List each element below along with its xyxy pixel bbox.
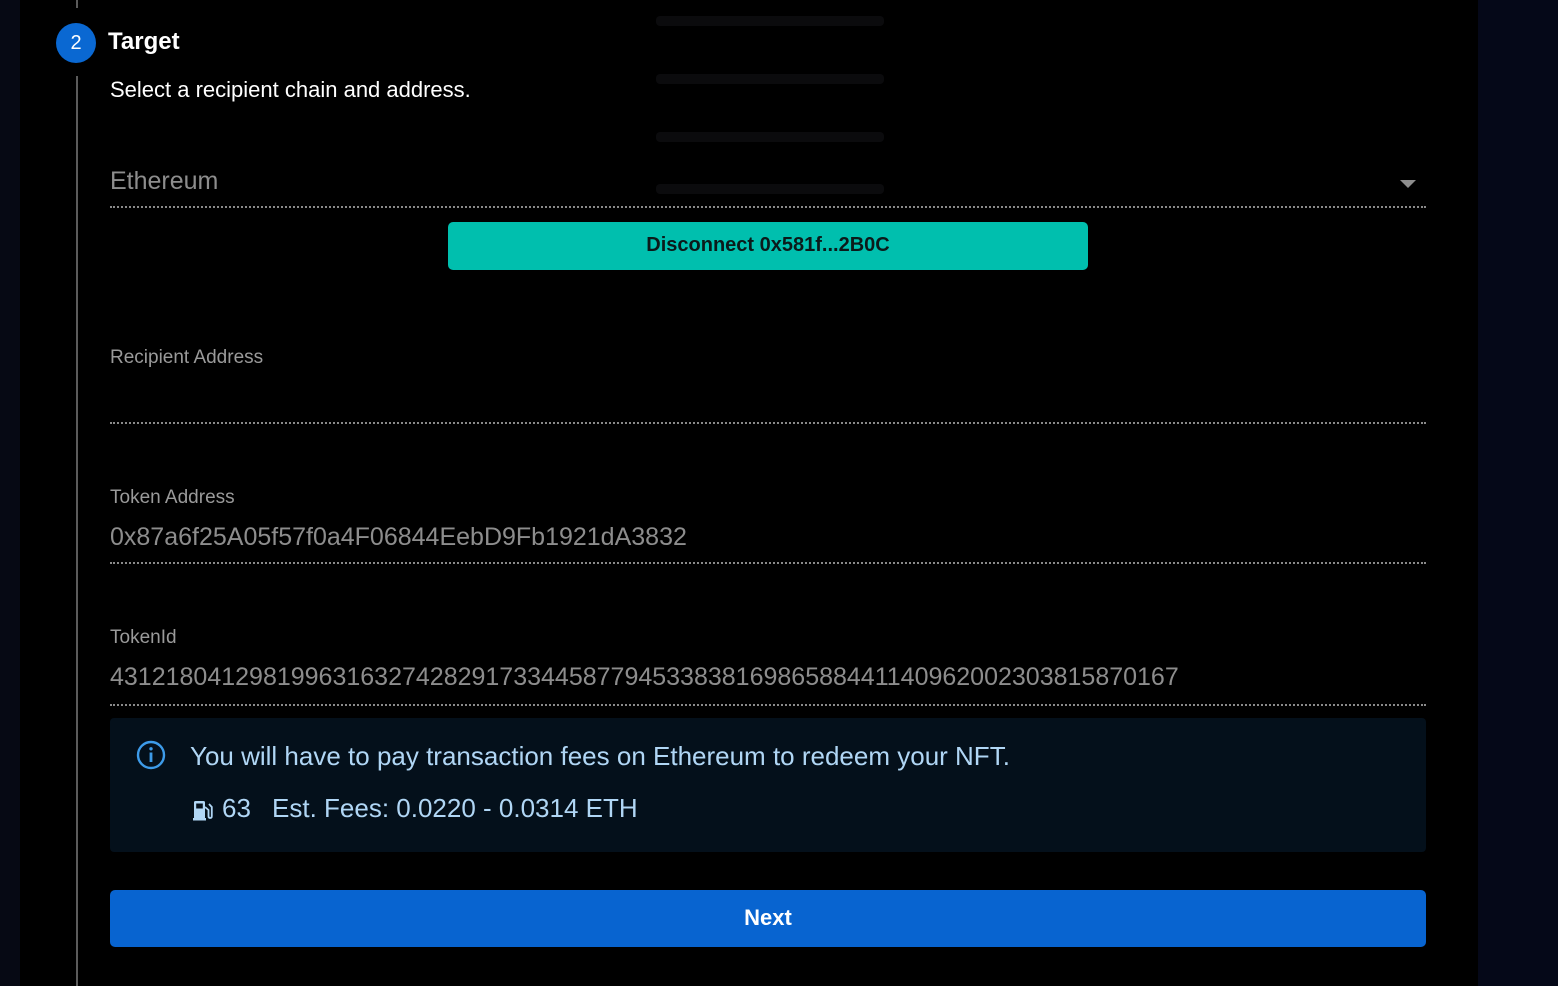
target-chain-select[interactable]: Ethereum: [110, 158, 1426, 208]
gas-pump-icon: [193, 801, 213, 821]
background-ghost-line: [656, 16, 884, 26]
token-address-value[interactable]: 0x87a6f25A05f57f0a4F06844EebD9Fb1921dA38…: [110, 520, 687, 554]
token-address-label: Token Address: [110, 487, 235, 508]
token-id-label: TokenId: [110, 627, 177, 648]
background-ghost-line: [656, 132, 884, 142]
token-address-field[interactable]: Token Address 0x87a6f25A05f57f0a4F06844E…: [110, 480, 1426, 564]
recipient-address-label: Recipient Address: [110, 347, 264, 368]
next-button[interactable]: Next: [110, 890, 1426, 947]
backdrop-right: [1478, 0, 1558, 986]
step-title[interactable]: Target: [108, 26, 180, 58]
background-ghost-line: [656, 74, 884, 84]
token-id-value[interactable]: 4312180412981996316327428291733445877945…: [110, 660, 1179, 694]
fee-notice-message: You will have to pay transaction fees on…: [190, 741, 1010, 771]
backdrop-left: [0, 0, 20, 986]
recipient-address-field[interactable]: Recipient Address: [110, 340, 1426, 424]
disconnect-wallet-button[interactable]: Disconnect 0x581f...2B0C: [448, 222, 1088, 270]
bridge-panel: 2 Target Select a recipient chain and ad…: [20, 0, 1478, 986]
chevron-down-icon[interactable]: [1400, 180, 1416, 188]
info-icon: [136, 740, 166, 770]
estimated-fees: Est. Fees: 0.0220 - 0.0314 ETH: [272, 793, 638, 823]
target-chain-value: Ethereum: [110, 167, 219, 195]
step-number-badge: 2: [56, 23, 96, 63]
token-id-field[interactable]: TokenId 43121804129819963163274282917334…: [110, 620, 1426, 706]
stepper-rail: [76, 76, 78, 986]
stepper-rail-top: [76, 0, 78, 8]
fee-info-alert: You will have to pay transaction fees on…: [110, 718, 1426, 852]
step-description: Select a recipient chain and address.: [110, 77, 471, 102]
gas-price-value: 63: [222, 793, 251, 823]
